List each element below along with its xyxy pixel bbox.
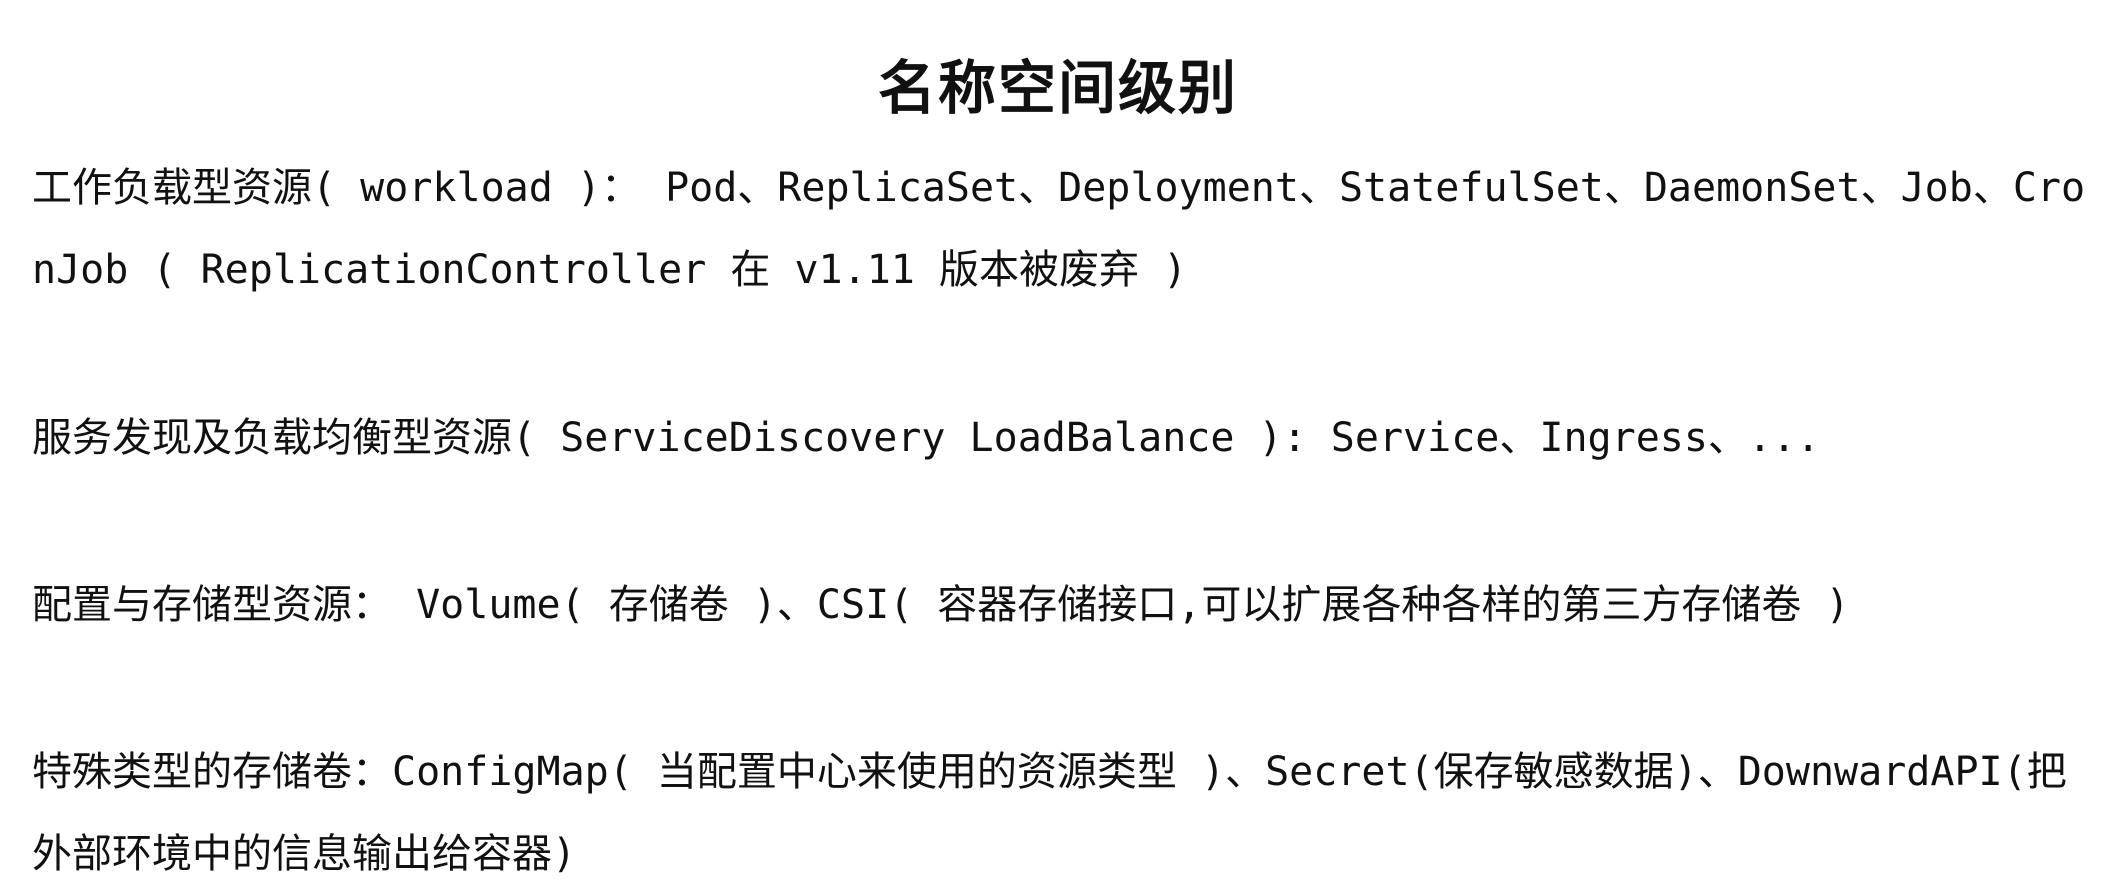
service-discovery-paragraph: 服务发现及负载均衡型资源( ServiceDiscovery LoadBalan…: [32, 415, 1821, 461]
special-storage-paragraph: 特殊类型的存储卷：ConfigMap( 当配置中心来使用的资源类型 )、Secr…: [32, 749, 2067, 877]
document-page: 名称空间级别 工作负载型资源( workload )： Pod、ReplicaS…: [0, 0, 2116, 892]
page-title: 名称空间级别: [877, 54, 1238, 122]
config-storage-paragraph: 配置与存储型资源： Volume( 存储卷 )、CSI( 容器存储接口,可以扩展…: [32, 582, 1850, 628]
workload-resources-paragraph: 工作负载型资源( workload )： Pod、ReplicaSet、Depl…: [32, 165, 2086, 293]
